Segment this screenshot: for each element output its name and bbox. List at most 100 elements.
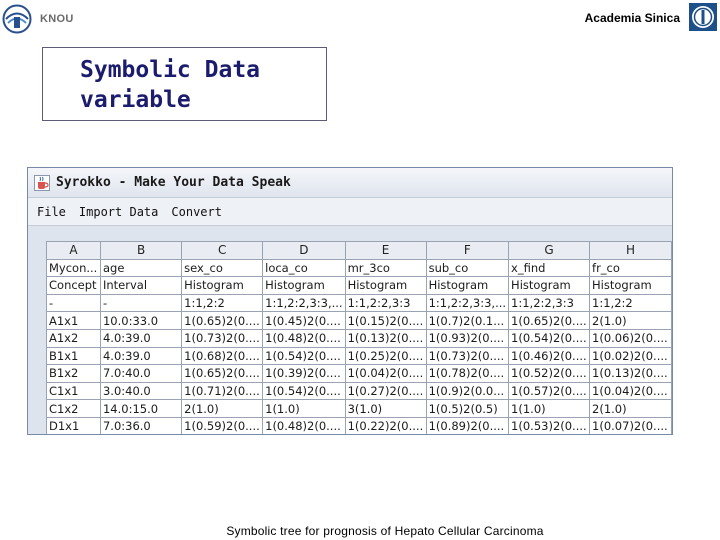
table-cell[interactable]: 1(0.89)2(0.... <box>425 416 510 434</box>
table-cell[interactable]: x_find <box>508 258 591 278</box>
table-cell[interactable]: 1(0.52)2(0.... <box>508 364 591 383</box>
table-cell[interactable]: 1(0.65)2(0.... <box>508 311 591 330</box>
table-cell[interactable]: 1(0.54)2(0.... <box>262 381 346 401</box>
table-cell[interactable]: - <box>99 293 183 313</box>
table-cell[interactable]: D1x1 <box>46 416 101 434</box>
table-cell[interactable]: fr_co <box>589 258 672 278</box>
table-row: C1x1 3.0:40.0 1(0.71)2(0.... 1(0.54)2(0....… <box>46 381 672 401</box>
table-cell[interactable]: 1(0.5)2(0.5) <box>425 399 510 418</box>
table-cell[interactable]: Histogram <box>508 276 591 295</box>
table-cell[interactable]: A1x1 <box>46 311 101 330</box>
table-cell[interactable]: 1(1.0) <box>262 399 346 418</box>
table-cell[interactable]: age <box>99 258 183 278</box>
table-cell[interactable]: mr_3co <box>344 258 427 278</box>
table-cell[interactable]: 1(0.93)2(0.... <box>425 328 510 348</box>
table-cell[interactable]: 4.0:39.0 <box>99 328 183 348</box>
table-cell[interactable]: B1x2 <box>46 364 101 383</box>
table-cell[interactable]: 1(0.73)2(0.... <box>181 328 264 348</box>
table-cell[interactable]: Histogram <box>425 276 510 295</box>
table-cell[interactable]: 1(0.27)2(0.... <box>344 381 427 401</box>
table-cell[interactable]: 1(0.48)2(0.... <box>262 328 346 348</box>
table-cell[interactable]: Histogram <box>262 276 346 295</box>
table-cell[interactable]: sub_co <box>425 258 510 278</box>
table-cell[interactable]: 1(0.68)2(0.... <box>181 346 264 366</box>
table-cell[interactable]: Histogram <box>181 276 264 295</box>
table-cell[interactable]: 1(0.22)2(0.... <box>344 416 427 434</box>
table-cell[interactable]: 1(0.02)2(0.... <box>589 346 672 366</box>
table-cell[interactable]: - <box>46 293 101 313</box>
table-cell[interactable]: sex_co <box>181 258 264 278</box>
table-cell[interactable]: 1(0.04)2(0.... <box>589 381 672 401</box>
table-cell[interactable]: 10.0:33.0 <box>99 311 183 330</box>
table-cell[interactable]: 7.0:40.0 <box>99 364 183 383</box>
table-cell[interactable]: 1(0.7)2(0.1... <box>425 311 510 330</box>
table-cell[interactable]: B1x1 <box>46 346 101 366</box>
column-header-a[interactable]: A <box>46 241 101 260</box>
table-cell[interactable]: 1(0.54)2(0.... <box>508 328 591 348</box>
table-cell[interactable]: 1(0.65)2(0.... <box>181 311 264 330</box>
table-cell[interactable]: 1(0.46)2(0.... <box>508 346 591 366</box>
table-cell[interactable]: 14.0:15.0 <box>99 399 183 418</box>
menu-convert[interactable]: Convert <box>165 205 229 219</box>
table-row: D1x1 7.0:36.0 1(0.59)2(0.... 1(0.48)2(0....… <box>46 416 672 434</box>
menu-bar: File Import Data Convert <box>28 198 672 226</box>
table-cell[interactable]: 1(0.65)2(0.... <box>181 364 264 383</box>
table-cell[interactable]: 4.0:39.0 <box>99 346 183 366</box>
knou-emblem-icon <box>2 4 32 34</box>
table-cell[interactable]: 7.0:36.0 <box>99 416 183 434</box>
table-cell[interactable]: 1:1,2:2,3:3 <box>344 293 427 313</box>
table-cell[interactable]: 2(1.0) <box>589 311 672 330</box>
table-cell[interactable]: 1(0.73)2(0.... <box>425 346 510 366</box>
menu-import-data[interactable]: Import Data <box>73 205 165 219</box>
table-cell[interactable]: 1:1,2:2,3:3,... <box>425 293 510 313</box>
table-cell[interactable]: 1(0.78)2(0.... <box>425 364 510 383</box>
syrokko-app-window: Syrokko - Make Your Data Speak File Impo… <box>27 167 673 435</box>
table-cell[interactable]: Concept <box>46 276 101 295</box>
column-header-e[interactable]: E <box>344 241 427 260</box>
menu-file[interactable]: File <box>31 205 73 219</box>
table-cell[interactable]: 1(0.59)2(0.... <box>181 416 264 434</box>
table-cell[interactable]: 1(0.71)2(0.... <box>181 381 264 401</box>
table-cell[interactable]: 1(0.25)2(0.... <box>344 346 427 366</box>
table-cell[interactable]: Mycon... <box>46 258 101 278</box>
table-cell[interactable]: 1(0.39)2(0.... <box>262 364 346 383</box>
column-header-h[interactable]: H <box>589 241 672 260</box>
column-header-c[interactable]: C <box>181 241 264 260</box>
table-cell[interactable]: 1(0.9)2(0.0... <box>425 381 510 401</box>
window-title-bar[interactable]: Syrokko - Make Your Data Speak <box>28 168 672 198</box>
table-cell[interactable]: 1(0.15)2(0.... <box>344 311 427 330</box>
table-cell[interactable]: 3.0:40.0 <box>99 381 183 401</box>
table-cell[interactable]: 2(1.0) <box>589 399 672 418</box>
column-header-g[interactable]: G <box>508 241 591 260</box>
column-header-b[interactable]: B <box>99 241 183 260</box>
table-cell[interactable]: 1(0.53)2(0.... <box>508 416 591 434</box>
table-cell[interactable]: C1x2 <box>46 399 101 418</box>
academia-sinica-emblem-icon <box>689 3 717 31</box>
table-cell[interactable]: 1:1,2:2,3:3,... <box>262 293 346 313</box>
table-cell[interactable]: 1(0.06)2(0.... <box>589 328 672 348</box>
column-header-d[interactable]: D <box>262 241 346 260</box>
table-cell[interactable]: A1x2 <box>46 328 101 348</box>
table-cell[interactable]: 1:1,2:2,3:3 <box>508 293 591 313</box>
table-cell[interactable]: 1(0.48)2(0.... <box>262 416 346 434</box>
table-cell[interactable]: Histogram <box>344 276 427 295</box>
table-cell[interactable]: 2(1.0) <box>181 399 264 418</box>
table-cell[interactable]: 1(0.57)2(0.... <box>508 381 591 401</box>
slide-caption: Symbolic tree for prognosis of Hepato Ce… <box>226 524 544 538</box>
data-grid[interactable]: ABCDEFGH Mycon... age sex_co loca_co mr_3co s… <box>46 241 672 434</box>
table-cell[interactable]: 1(0.13)2(0.... <box>589 364 672 383</box>
table-cell[interactable]: 3(1.0) <box>344 399 427 418</box>
table-cell[interactable]: loca_co <box>262 258 346 278</box>
table-cell[interactable]: 1(1.0) <box>508 399 591 418</box>
table-cell[interactable]: Histogram <box>589 276 672 295</box>
column-header-f[interactable]: F <box>425 241 510 260</box>
table-cell[interactable]: C1x1 <box>46 381 101 401</box>
table-cell[interactable]: Interval <box>99 276 183 295</box>
table-cell[interactable]: 1(0.04)2(0.... <box>344 364 427 383</box>
table-cell[interactable]: 1(0.45)2(0.... <box>262 311 346 330</box>
table-cell[interactable]: 1(0.07)2(0.... <box>589 416 672 434</box>
table-cell[interactable]: 1(0.54)2(0.... <box>262 346 346 366</box>
table-cell[interactable]: 1(0.13)2(0.... <box>344 328 427 348</box>
table-cell[interactable]: 1:1,2:2 <box>589 293 672 313</box>
table-cell[interactable]: 1:1,2:2 <box>181 293 264 313</box>
